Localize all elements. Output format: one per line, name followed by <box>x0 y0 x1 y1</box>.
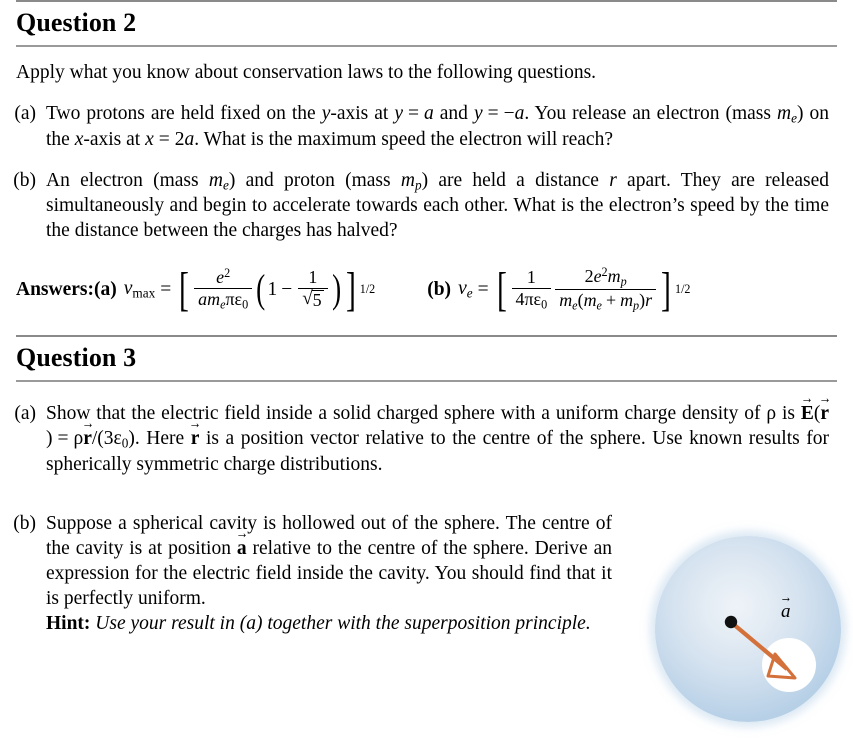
list-item: (a) Two protons are held fixed on the y-… <box>0 102 853 153</box>
answer-a-paren-close: ) <box>331 266 341 312</box>
answer-b-exponent: 1/2 <box>675 282 691 297</box>
vector-r-icon: r <box>83 427 92 452</box>
answer-a-exponent: 1/2 <box>359 282 376 297</box>
question-2-items: (a) Two protons are held fixed on the y-… <box>0 102 853 244</box>
vector-a-icon: a <box>237 537 247 562</box>
figure-vector-letter: a <box>781 601 791 622</box>
vector-arrow-overlay <box>724 615 797 680</box>
item-label-2b: (b) <box>13 169 36 191</box>
answer-a-bracket-open: [ <box>179 262 190 316</box>
answer-b-bracket-open: [ <box>496 262 507 316</box>
item-label-3b: (b) <box>13 512 36 534</box>
question-3-bottom-rule <box>16 380 837 383</box>
answers-label: Answers: <box>16 278 94 300</box>
list-item: (b) An electron (mass me) and proton (ma… <box>0 169 853 245</box>
question-2-heading: Question 2 <box>16 8 137 37</box>
answer-a-paren-open: ( <box>256 266 266 312</box>
answer-a-fraction: e2 ameπε0 <box>194 267 253 312</box>
answer-a-bracket-close: ] <box>345 262 356 316</box>
sphere-centre-dot <box>724 615 738 629</box>
answer-b-formula: (b) ve = [ 1 4πε0 2e2mp me(me + mp)r ] 1/2 <box>427 262 691 316</box>
answer-b-tag: (b) <box>427 278 452 300</box>
answer-b-fraction-1: 1 4πε0 <box>511 267 552 312</box>
document-page: Question 2 Apply what you know about con… <box>0 0 853 750</box>
item-text-3a: Show that the electric field inside a so… <box>46 402 829 478</box>
figure-vector-label: a <box>781 601 791 623</box>
answers-row: Answers: (a) vmax= [ e2 ameπε0 ( 1− 1 5 … <box>0 244 853 313</box>
answer-a-formula: (a) vmax= [ e2 ameπε0 ( 1− 1 5 ) ] 1/2 <box>94 262 376 316</box>
item-text-2b: An electron (mass me) and proton (mass m… <box>46 169 829 242</box>
item-label-3a: (a) <box>14 403 36 425</box>
question-2-intro: Apply what you know about conservation l… <box>16 62 597 83</box>
list-item: (a) Show that the electric field inside … <box>0 402 853 478</box>
answer-b-bracket-close: ] <box>661 262 672 316</box>
answer-a-inner-fraction: 1 5 <box>298 268 328 311</box>
vector-a-icon: a <box>781 601 791 623</box>
item-text-2a: Two protons are held fixed on the y-axis… <box>46 102 829 150</box>
item-text-3b: Suppose a spherical cavity is hollowed o… <box>46 512 612 637</box>
vector-r-icon: r <box>191 427 200 452</box>
answer-b-fraction-2: 2e2mp me(me + mp)r <box>555 266 657 313</box>
hint-text: Use your result in (a) together with the… <box>95 612 591 634</box>
vector-a-shaft <box>730 621 789 671</box>
answer-a-tag: (a) <box>94 278 117 300</box>
hint-label: Hint: <box>46 612 91 634</box>
sphere-with-cavity-diagram: a <box>645 526 850 732</box>
item-label-2a: (a) <box>14 102 36 124</box>
vector-r-icon: r <box>820 402 829 427</box>
question-3-heading: Question 3 <box>16 343 137 373</box>
vector-E-icon: E <box>801 402 814 427</box>
